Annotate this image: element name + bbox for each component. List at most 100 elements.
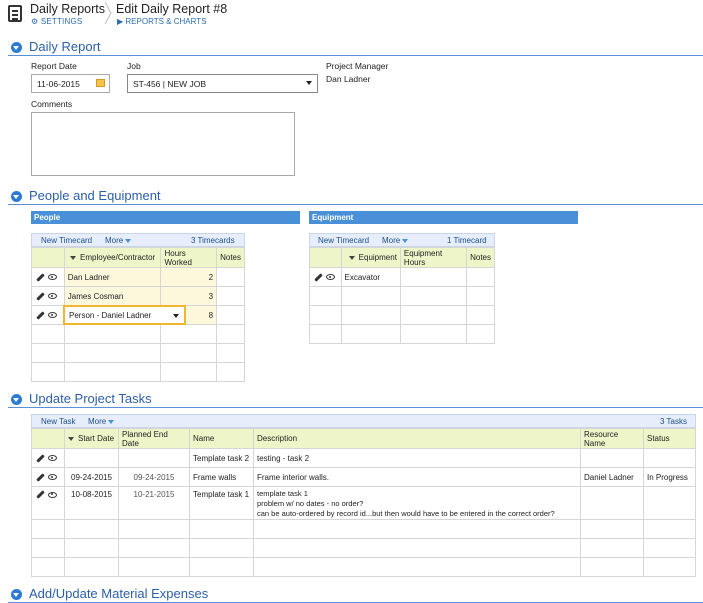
report-date-label: Report Date bbox=[31, 61, 77, 71]
table-cell[interactable]: In Progress bbox=[643, 467, 696, 487]
view-icon[interactable] bbox=[48, 491, 57, 498]
view-icon[interactable] bbox=[48, 455, 57, 462]
table-header-cell[interactable]: Resource Name bbox=[580, 428, 644, 449]
collapse-toggle-icon[interactable] bbox=[11, 589, 22, 600]
table-cell[interactable] bbox=[643, 448, 696, 468]
collapse-toggle-icon[interactable] bbox=[11, 42, 22, 53]
view-icon[interactable] bbox=[48, 293, 57, 300]
table-cell[interactable]: Excavator bbox=[340, 267, 401, 287]
job-select[interactable]: ST-456 | NEW JOB bbox=[127, 74, 318, 93]
comments-label: Comments bbox=[31, 99, 73, 109]
table-cell[interactable]: Template task 1 bbox=[189, 486, 254, 520]
chevron-down-icon bbox=[173, 314, 179, 318]
table-cell[interactable] bbox=[216, 267, 245, 287]
table-cell[interactable]: 09-24-2015 bbox=[64, 467, 119, 487]
table-cell[interactable] bbox=[466, 267, 495, 287]
table-header-row: Start Date Planned End Date Name Descrip… bbox=[31, 428, 696, 449]
table-header-cell[interactable]: Start Date bbox=[64, 428, 119, 449]
table-header-cell[interactable]: Hours Worked bbox=[160, 247, 218, 268]
daily-report-section-header[interactable]: Daily Report bbox=[8, 38, 703, 56]
edit-icon[interactable] bbox=[36, 292, 45, 301]
table-cell[interactable]: 3 bbox=[160, 286, 218, 306]
new-task-button[interactable]: New Task bbox=[41, 417, 76, 426]
table-cell[interactable]: 10-21-2015 bbox=[118, 486, 190, 520]
view-icon[interactable] bbox=[48, 274, 57, 281]
project-manager-label: Project Manager bbox=[326, 61, 389, 71]
table-row[interactable]: Excavator bbox=[309, 267, 495, 287]
job-label: Job bbox=[127, 61, 141, 71]
view-icon[interactable] bbox=[48, 474, 57, 481]
app-title[interactable]: Daily Reports bbox=[30, 2, 105, 16]
table-row[interactable]: Template task 2 testing - task 2 bbox=[31, 448, 696, 468]
table-cell[interactable] bbox=[216, 305, 245, 325]
section-title: Update Project Tasks bbox=[29, 391, 152, 406]
table-cell[interactable] bbox=[580, 486, 644, 520]
table-cell[interactable]: 10-08-2015 bbox=[64, 486, 119, 520]
reports-charts-link[interactable]: ▶ REPORTS & CHARTS bbox=[117, 17, 206, 26]
report-date-input[interactable]: 11-06-2015 bbox=[31, 74, 110, 93]
material-expenses-section-header[interactable]: Add/Update Material Expenses bbox=[8, 585, 703, 603]
table-cell[interactable] bbox=[118, 448, 190, 468]
edit-icon[interactable] bbox=[36, 490, 45, 500]
edit-icon[interactable] bbox=[36, 311, 45, 320]
table-cell[interactable]: 09-24-2015 bbox=[118, 467, 190, 487]
row-actions bbox=[31, 267, 65, 287]
table-header-cell[interactable]: Name bbox=[189, 428, 254, 449]
table-header-cell[interactable]: Notes bbox=[216, 247, 245, 268]
table-row[interactable]: 09-24-2015 09-24-2015 Frame walls Frame … bbox=[31, 467, 696, 487]
table-cell[interactable]: Dan Ladner bbox=[63, 267, 162, 287]
sort-desc-icon bbox=[68, 436, 74, 441]
table-cell[interactable]: Daniel Ladner bbox=[580, 467, 644, 487]
table-cell[interactable]: 2 bbox=[160, 267, 218, 287]
collapse-toggle-icon[interactable] bbox=[11, 394, 22, 405]
table-cell[interactable] bbox=[580, 448, 644, 468]
table-cell[interactable] bbox=[399, 267, 468, 287]
table-header-cell[interactable]: Description bbox=[253, 428, 581, 449]
table-row[interactable]: James Cosman 3 bbox=[31, 286, 245, 306]
edit-icon[interactable] bbox=[314, 273, 323, 282]
employee-select[interactable]: Person - Daniel Ladner bbox=[63, 305, 186, 325]
table-cell[interactable]: James Cosman bbox=[63, 286, 162, 306]
table-cell[interactable] bbox=[216, 286, 245, 306]
section-title: Daily Report bbox=[29, 39, 101, 54]
new-timecard-button[interactable]: New Timecard bbox=[41, 236, 92, 245]
table-row[interactable]: 10-08-2015 10-21-2015 Template task 1 te… bbox=[31, 486, 696, 520]
project-tasks-section-header[interactable]: Update Project Tasks bbox=[8, 390, 703, 408]
description-line: problem w/ no dates - no order? bbox=[257, 499, 364, 508]
table-header-row: Employee/Contractor Hours Worked Notes bbox=[31, 247, 245, 268]
empty-row bbox=[31, 538, 696, 558]
table-cell[interactable] bbox=[643, 486, 696, 520]
edit-icon[interactable] bbox=[36, 454, 45, 463]
table-cell[interactable]: template task 1 problem w/ no dates - no… bbox=[253, 486, 581, 520]
new-timecard-button[interactable]: New Timecard bbox=[318, 236, 369, 245]
more-menu-button[interactable]: More bbox=[382, 236, 409, 245]
timecard-count: 1 Timecard bbox=[447, 236, 487, 245]
view-icon[interactable] bbox=[48, 312, 57, 319]
edit-icon[interactable] bbox=[36, 473, 45, 482]
collapse-toggle-icon[interactable] bbox=[11, 191, 22, 202]
comments-textarea[interactable] bbox=[31, 112, 295, 176]
section-title: Add/Update Material Expenses bbox=[29, 586, 209, 601]
empty-row bbox=[31, 362, 245, 382]
table-cell[interactable]: Frame interior walls. bbox=[253, 467, 581, 487]
table-cell[interactable] bbox=[64, 448, 119, 468]
calendar-icon[interactable] bbox=[96, 79, 105, 87]
view-icon[interactable] bbox=[326, 274, 335, 281]
settings-link[interactable]: ⚙ SETTINGS bbox=[31, 17, 82, 26]
equipment-table: Equipment Equipment Hours Notes Excavato… bbox=[309, 247, 495, 344]
sort-desc-icon bbox=[70, 255, 77, 260]
table-header-cell[interactable]: Equipment Hours bbox=[399, 247, 468, 268]
edit-icon[interactable] bbox=[36, 273, 45, 282]
table-cell[interactable]: testing - task 2 bbox=[253, 448, 581, 468]
more-menu-button[interactable]: More bbox=[105, 236, 132, 245]
table-header-cell[interactable]: Status bbox=[643, 428, 696, 449]
table-header-cell[interactable]: Equipment bbox=[340, 247, 401, 268]
table-header-cell[interactable]: Notes bbox=[466, 247, 495, 268]
table-cell[interactable]: Frame walls bbox=[189, 467, 254, 487]
more-menu-button[interactable]: More bbox=[88, 417, 115, 426]
table-row[interactable]: Dan Ladner 2 bbox=[31, 267, 245, 287]
people-equipment-section-header[interactable]: People and Equipment bbox=[8, 187, 703, 205]
table-cell[interactable]: Template task 2 bbox=[189, 448, 254, 468]
table-header-cell[interactable]: Planned End Date bbox=[118, 428, 190, 449]
table-header-cell[interactable]: Employee/Contractor bbox=[63, 247, 162, 268]
